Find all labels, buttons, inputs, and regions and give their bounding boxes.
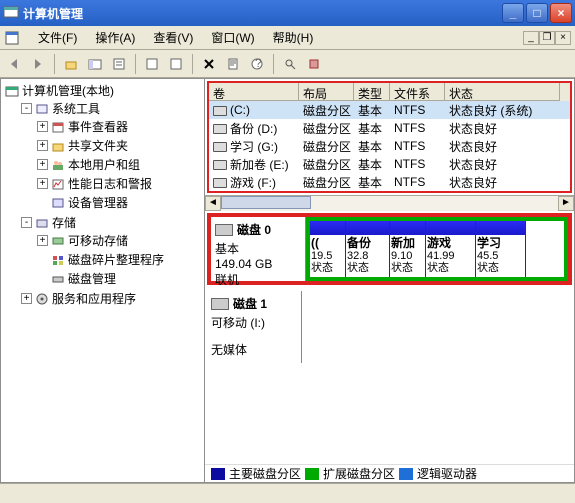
disk-1-info: 磁盘 1 可移动 (I:) 无媒体	[207, 291, 302, 363]
disk-1-partitions	[302, 291, 572, 363]
legend-logical-label: 逻辑驱动器	[417, 465, 477, 482]
partition[interactable]: ((19.5状态	[310, 221, 346, 277]
disk-0-kind: 基本	[215, 240, 301, 257]
tree-defrag[interactable]: 磁盘碎片整理程序	[37, 250, 202, 269]
partition[interactable]: 新加9.10状态	[390, 221, 426, 277]
col-layout[interactable]: 布局	[299, 83, 354, 101]
volume-list[interactable]: 卷 布局 类型 文件系统 状态 (C:)磁盘分区基本NTFS状态良好 (系统)备…	[207, 81, 572, 193]
toolbar: ?	[0, 50, 575, 78]
menu-help[interactable]: 帮助(H)	[265, 27, 322, 48]
mdi-close-button[interactable]: ×	[555, 31, 571, 45]
scroll-left-button[interactable]: ◄	[205, 196, 221, 211]
disk-1-title: 磁盘 1	[233, 295, 267, 312]
legend-logical-swatch	[399, 468, 413, 480]
status-bar	[0, 483, 575, 503]
volume-row[interactable]: 游戏 (F:)磁盘分区基本NTFS状态良好	[209, 173, 570, 191]
partition[interactable]: 学习45.5状态	[476, 221, 526, 277]
legend-extended-label: 扩展磁盘分区	[323, 465, 395, 482]
maximize-button[interactable]: □	[526, 3, 548, 23]
disk-1-row[interactable]: 磁盘 1 可移动 (I:) 无媒体	[207, 291, 572, 363]
volume-row[interactable]: (C:)磁盘分区基本NTFS状态良好 (系统)	[209, 101, 570, 119]
partition[interactable]: 备份32.8状态	[346, 221, 390, 277]
volume-row[interactable]: 备份 (D:)磁盘分区基本NTFS状态良好	[209, 119, 570, 137]
tree-disk-management[interactable]: 磁盘管理	[37, 269, 202, 288]
expand-icon[interactable]: +	[37, 235, 48, 246]
properties-button[interactable]	[109, 54, 129, 74]
title-bar: 计算机管理 _ □ ×	[0, 0, 575, 26]
tree-device-manager[interactable]: 设备管理器	[37, 193, 202, 212]
col-filesystem[interactable]: 文件系统	[390, 83, 445, 101]
disk-1-kind: 可移动 (I:)	[211, 314, 297, 331]
expand-icon[interactable]: +	[37, 121, 48, 132]
scroll-thumb[interactable]	[221, 196, 311, 209]
volume-list-header[interactable]: 卷 布局 类型 文件系统 状态	[209, 83, 570, 101]
document-icon	[4, 30, 20, 46]
tree-shared-folders[interactable]: +共享文件夹	[37, 136, 202, 155]
close-button[interactable]: ×	[550, 3, 572, 23]
col-volume[interactable]: 卷	[209, 83, 299, 101]
menu-view[interactable]: 查看(V)	[145, 27, 201, 48]
mdi-minimize-button[interactable]: _	[523, 31, 539, 45]
delete-button[interactable]	[199, 54, 219, 74]
horizontal-scrollbar[interactable]: ◄ ►	[205, 195, 574, 211]
window-title: 计算机管理	[23, 5, 502, 22]
menu-bar: 文件(F) 操作(A) 查看(V) 窗口(W) 帮助(H) _ ❐ ×	[0, 26, 575, 50]
help-button[interactable]: ?	[247, 54, 267, 74]
app-icon	[3, 5, 19, 21]
back-button[interactable]	[4, 54, 24, 74]
disk-0-info: 磁盘 0 基本 149.04 GB 联机	[211, 217, 306, 281]
tree-removable-storage[interactable]: +可移动存储	[37, 231, 202, 250]
legend: 主要磁盘分区 扩展磁盘分区 逻辑驱动器	[205, 464, 574, 482]
col-status[interactable]: 状态	[445, 83, 560, 101]
menu-file[interactable]: 文件(F)	[30, 27, 85, 48]
tree-services-apps[interactable]: +服务和应用程序	[21, 289, 202, 308]
menu-action[interactable]: 操作(A)	[87, 27, 143, 48]
scroll-right-button[interactable]: ►	[558, 196, 574, 211]
scroll-track[interactable]	[221, 196, 558, 211]
disk-0-size: 149.04 GB	[215, 257, 301, 271]
legend-primary-label: 主要磁盘分区	[229, 465, 301, 482]
expand-icon[interactable]: +	[37, 178, 48, 189]
disk-0-title: 磁盘 0	[237, 221, 271, 238]
disk-0-partitions: ((19.5状态备份32.8状态新加9.10状态游戏41.99状态学习45.5状…	[306, 217, 568, 281]
tree-perf-logs[interactable]: +性能日志和警报	[37, 174, 202, 193]
forward-button[interactable]	[28, 54, 48, 74]
volume-row[interactable]: 学习 (G:)磁盘分区基本NTFS状态良好	[209, 137, 570, 155]
disk-icon	[211, 298, 229, 310]
disk-0-row[interactable]: 磁盘 0 基本 149.04 GB 联机 ((19.5状态备份32.8状态新加9…	[207, 213, 572, 285]
find-button[interactable]	[280, 54, 300, 74]
disk-icon	[215, 224, 233, 236]
content-panel: 卷 布局 类型 文件系统 状态 (C:)磁盘分区基本NTFS状态良好 (系统)备…	[205, 78, 575, 483]
refresh-button[interactable]	[142, 54, 162, 74]
tree-panel[interactable]: 计算机管理(本地) -系统工具 +事件查看器 +共享文件夹 +本地用户和组 +性…	[0, 78, 205, 483]
up-button[interactable]	[61, 54, 81, 74]
partition[interactable]: 游戏41.99状态	[426, 221, 476, 277]
settings-button[interactable]	[223, 54, 243, 74]
menu-window[interactable]: 窗口(W)	[203, 27, 262, 48]
legend-extended-swatch	[305, 468, 319, 480]
minimize-button[interactable]: _	[502, 3, 524, 23]
tree-local-users[interactable]: +本地用户和组	[37, 155, 202, 174]
tree-system-tools[interactable]: -系统工具 +事件查看器 +共享文件夹 +本地用户和组 +性能日志和警报 设备管…	[21, 99, 202, 213]
volume-row[interactable]: 新加卷 (E:)磁盘分区基本NTFS状态良好	[209, 155, 570, 173]
expand-icon[interactable]: +	[21, 293, 32, 304]
collapse-icon[interactable]: -	[21, 103, 32, 114]
disk-1-state: 无媒体	[211, 341, 297, 358]
col-type[interactable]: 类型	[354, 83, 390, 101]
tree-event-viewer[interactable]: +事件查看器	[37, 117, 202, 136]
disk-0-state: 联机	[215, 271, 301, 288]
svg-text:?: ?	[255, 57, 262, 70]
tree-storage[interactable]: -存储 +可移动存储 磁盘碎片整理程序 磁盘管理	[21, 213, 202, 289]
expand-icon[interactable]: +	[37, 159, 48, 170]
legend-primary-swatch	[211, 468, 225, 480]
export-button[interactable]	[166, 54, 186, 74]
action-button[interactable]	[304, 54, 324, 74]
tree-root[interactable]: 计算机管理(本地) -系统工具 +事件查看器 +共享文件夹 +本地用户和组 +性…	[5, 81, 202, 309]
collapse-icon[interactable]: -	[21, 217, 32, 228]
expand-icon[interactable]: +	[37, 140, 48, 151]
show-console-button[interactable]	[85, 54, 105, 74]
mdi-restore-button[interactable]: ❐	[539, 31, 555, 45]
